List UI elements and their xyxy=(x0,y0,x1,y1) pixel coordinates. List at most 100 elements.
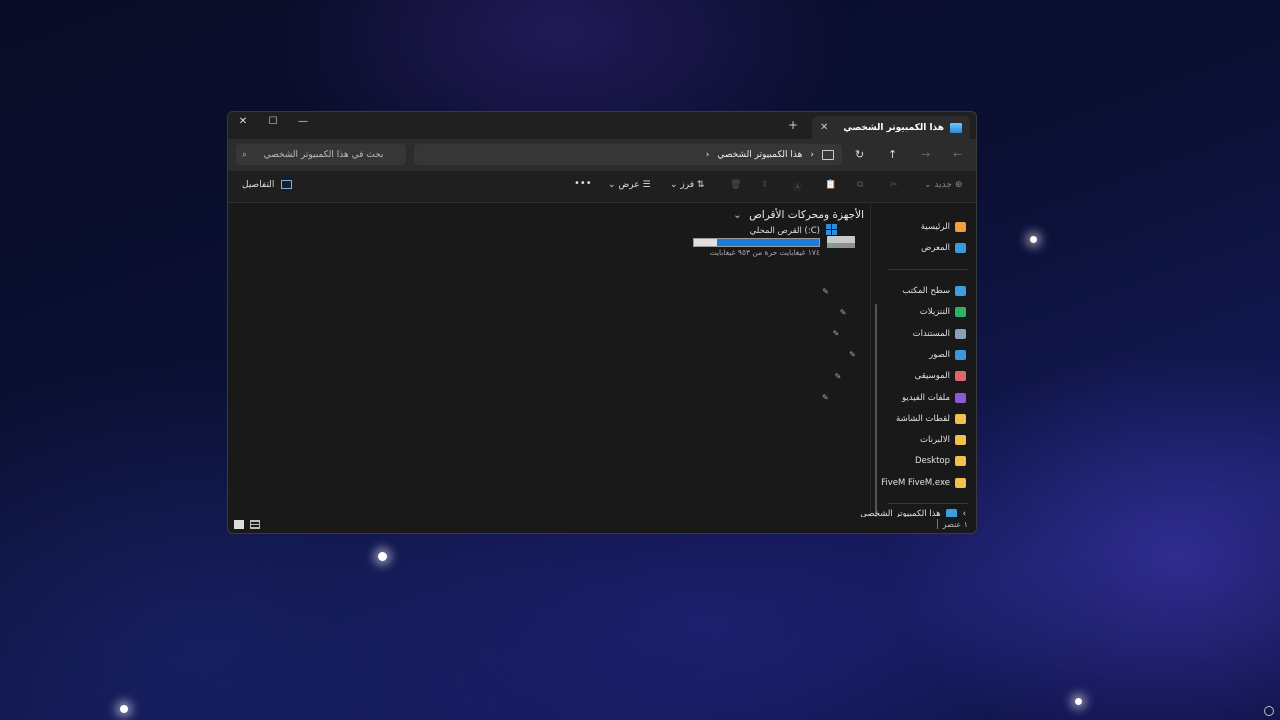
computer-icon xyxy=(950,122,962,133)
background-star xyxy=(378,552,387,561)
desktop-icon xyxy=(955,286,966,296)
sidebar-item[interactable]: Desktop xyxy=(915,456,966,467)
folder-icon xyxy=(955,413,966,424)
pin-icon: ✎ xyxy=(832,329,840,339)
minimize-window-button[interactable]: — xyxy=(296,116,310,127)
folder-icon xyxy=(955,435,966,446)
sidebar-item-label: المعرض xyxy=(921,243,950,253)
sidebar-item[interactable]: الرئيسية xyxy=(921,222,966,232)
background-star xyxy=(1030,236,1037,243)
documents-icon xyxy=(955,328,966,339)
sidebar-item-label: سطح المكتب xyxy=(902,286,950,296)
sidebar-item-label: لقطات الشاشة xyxy=(896,413,950,424)
navigation-pane: الرئيسية المعرض سطح المكتب ✎ التنزيلات ✎ المست… xyxy=(822,202,976,533)
computer-icon xyxy=(822,149,834,160)
breadcrumb-expand-chevron[interactable]: › xyxy=(706,150,710,160)
file-explorer-window: ✕ ☐ — + هذا الكمبيوتر الشخصي ✕ ⌕ بحث في … xyxy=(227,111,977,534)
address-row: ⌕ بحث في هذا الكمبيوتر الشخصي › هذا الكم… xyxy=(228,139,976,171)
view-label: عرض xyxy=(618,180,640,190)
details-pane-icon xyxy=(281,180,293,189)
tab-this-pc[interactable]: هذا الكمبيوتر الشخصي ✕ xyxy=(812,116,970,139)
pictures-icon xyxy=(955,349,966,360)
folder-icon xyxy=(955,456,966,467)
pin-icon: ✎ xyxy=(822,286,829,296)
chevron-down-icon: ⌄ xyxy=(924,180,932,190)
new-tab-button[interactable]: + xyxy=(788,118,798,132)
sidebar-item-label: الرئيسية xyxy=(920,222,950,232)
drive-name: (C:) القرص المحلي xyxy=(749,226,820,236)
section-header[interactable]: الأجهزة ومحركات الأقراص ⌄ xyxy=(733,209,864,221)
background-star xyxy=(120,705,128,713)
sidebar-item-label: التنزيلات xyxy=(919,307,950,318)
background-star xyxy=(1075,698,1082,705)
nav-separator xyxy=(888,269,968,270)
more-options-button[interactable]: ••• xyxy=(574,178,592,189)
downloads-icon xyxy=(955,307,966,318)
view-button[interactable]: ⌄ عرض ☰ xyxy=(608,180,651,190)
sort-button[interactable]: ⌄ فرز ⇅ xyxy=(670,180,704,190)
cut-icon[interactable]: ✂ xyxy=(890,180,898,190)
sidebar-item[interactable]: لقطات الشاشة xyxy=(896,413,966,424)
nav-separator xyxy=(888,503,968,504)
sidebar-item[interactable]: الموسيقى ✎ xyxy=(835,371,966,382)
forward-button[interactable]: → xyxy=(921,148,930,161)
pin-icon: ✎ xyxy=(834,371,842,381)
status-divider xyxy=(937,519,938,529)
chevron-down-icon: ⌄ xyxy=(670,180,678,190)
close-window-button[interactable]: ✕ xyxy=(236,116,250,127)
details-label: التفاصيل xyxy=(242,180,275,190)
copy-icon[interactable]: ⧉ xyxy=(857,180,863,190)
share-icon[interactable]: ⇪ xyxy=(761,180,769,190)
hard-drive-icon xyxy=(826,224,855,248)
sidebar-item[interactable]: التنزيلات ✎ xyxy=(840,307,966,318)
sidebar-item[interactable]: FiveM FiveM.exe xyxy=(881,477,966,488)
breadcrumb-chevron[interactable]: › xyxy=(810,150,814,160)
details-pane-button[interactable]: التفاصيل xyxy=(242,180,293,190)
sidebar-item[interactable]: المستندات ✎ xyxy=(833,328,966,339)
system-indicator-icon xyxy=(1264,706,1274,716)
address-bar[interactable]: › هذا الكمبيوتر الشخصي › xyxy=(414,144,842,165)
search-placeholder: بحث في هذا الكمبيوتر الشخصي xyxy=(263,149,384,160)
refresh-button[interactable]: ↻ xyxy=(855,148,864,161)
chevron-down-icon: ⌄ xyxy=(732,209,742,221)
search-input[interactable]: ⌕ بحث في هذا الكمبيوتر الشخصي xyxy=(236,144,406,165)
sidebar-item[interactable]: الصور ✎ xyxy=(849,349,966,360)
drive-usage-fill xyxy=(716,239,819,246)
maximize-window-button[interactable]: ☐ xyxy=(266,116,280,127)
sidebar-item[interactable]: ملفات الفيديو ✎ xyxy=(822,392,966,403)
view-icon: ☰ xyxy=(642,180,651,190)
sidebar-item-label: الصور xyxy=(929,349,950,360)
nav-scrollbar[interactable] xyxy=(875,304,877,533)
back-button[interactable]: ← xyxy=(953,148,962,161)
up-button[interactable]: ↑ xyxy=(888,148,897,161)
pin-icon: ✎ xyxy=(839,307,847,317)
delete-icon[interactable]: 🗑 xyxy=(730,180,741,190)
tiles-view-icon[interactable] xyxy=(234,520,244,529)
sidebar-item[interactable]: الالبرنات xyxy=(919,435,966,446)
sort-icon: ⇅ xyxy=(696,180,705,190)
new-button[interactable]: ⌄ جديد ⊕ xyxy=(924,180,962,190)
status-bar: ١ عنصر xyxy=(228,517,976,533)
sidebar-item-label: المستندات xyxy=(912,328,950,339)
chevron-down-icon: ⌄ xyxy=(608,180,616,190)
music-icon xyxy=(955,371,966,382)
command-bar: التفاصيل ••• ⌄ عرض ☰ ⌄ فرز ⇅ 🗑 ⇪ Ⓐ 📋 ⧉ ✂… xyxy=(228,171,976,203)
plus-circle-icon: ⊕ xyxy=(954,180,963,190)
sidebar-item-label: ملفات الفيديو xyxy=(902,392,950,403)
pin-icon: ✎ xyxy=(822,393,829,402)
sidebar-item[interactable]: المعرض xyxy=(921,243,966,253)
folder-icon xyxy=(955,477,966,488)
new-label: جديد xyxy=(934,180,952,190)
paste-icon[interactable]: 📋 xyxy=(825,180,836,190)
tab-close-button[interactable]: ✕ xyxy=(820,122,828,133)
sidebar-item[interactable]: سطح المكتب ✎ xyxy=(822,286,966,296)
section-title: الأجهزة ومحركات الأقراص xyxy=(749,209,864,221)
details-view-icon[interactable] xyxy=(250,520,260,529)
sidebar-item-label: الالبرنات xyxy=(919,435,950,446)
rename-icon[interactable]: Ⓐ xyxy=(793,180,802,193)
drive-free-space: ١٧٤ غيغابايت حرة من ٩٥٣ غيغابايت xyxy=(709,248,820,257)
pin-icon: ✎ xyxy=(849,350,856,360)
tab-title: هذا الكمبيوتر الشخصي xyxy=(843,122,944,133)
sort-label: فرز xyxy=(680,180,695,190)
breadcrumb-this-pc[interactable]: هذا الكمبيوتر الشخصي xyxy=(717,150,802,160)
